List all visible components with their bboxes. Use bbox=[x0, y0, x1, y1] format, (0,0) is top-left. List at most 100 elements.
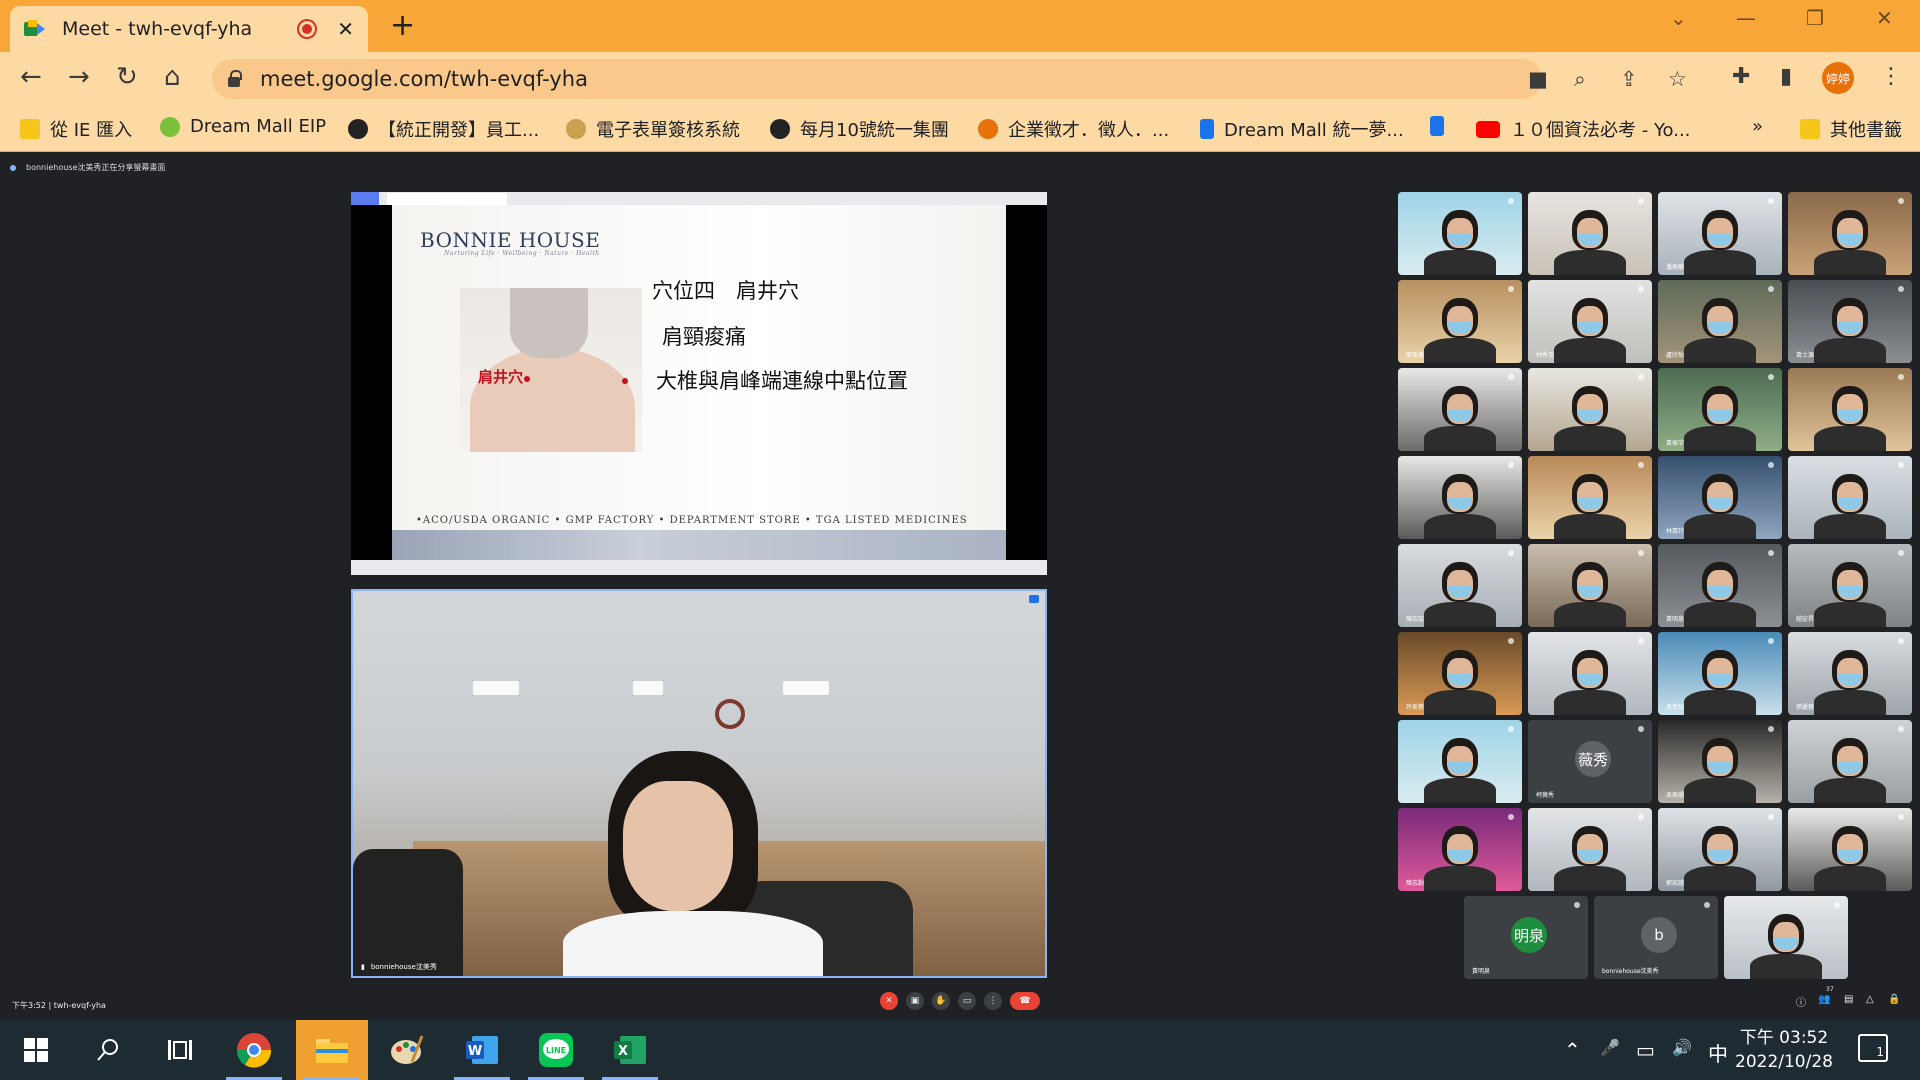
participant-tile[interactable] bbox=[1724, 896, 1848, 979]
microphone-tray-icon[interactable]: 🎤 bbox=[1600, 1038, 1620, 1057]
url-text[interactable]: meet.google.com/twh-evqf-yha bbox=[260, 67, 588, 91]
present-button[interactable]: ▭ bbox=[958, 992, 976, 1010]
window-close-button[interactable]: ✕ bbox=[1876, 6, 1893, 30]
taskbar-word[interactable]: W bbox=[446, 1020, 518, 1080]
presentation-tile[interactable]: BONNIE HOUSE Nurturing Life · Wellbeing … bbox=[351, 192, 1047, 575]
participant-tile[interactable]: 張麗蓉 bbox=[1788, 632, 1912, 715]
participant-tile[interactable]: 林惠玲 bbox=[1658, 456, 1782, 539]
participant-tile[interactable]: 陳志宏 bbox=[1398, 544, 1522, 627]
zoom-icon[interactable]: ⌕ bbox=[1574, 67, 1586, 92]
participant-tile[interactable] bbox=[1398, 368, 1522, 451]
participant-tile[interactable] bbox=[1788, 808, 1912, 891]
participant-tile[interactable]: 潘佩華 bbox=[1658, 192, 1782, 275]
lock-icon[interactable] bbox=[228, 70, 242, 87]
task-view-button[interactable] bbox=[144, 1020, 216, 1080]
new-tab-button[interactable]: + bbox=[390, 8, 415, 43]
tab-search-button[interactable]: ⌄ bbox=[1670, 6, 1687, 30]
side-panel-icon[interactable]: ▮ bbox=[1780, 64, 1792, 89]
bookmark-item[interactable]: 每月10號統一集團 bbox=[770, 116, 949, 142]
activities-icon[interactable]: △ bbox=[1866, 994, 1874, 1005]
bookmark-item[interactable]: Dream Mall EIP bbox=[160, 116, 326, 137]
participant-tile[interactable]: 廖美華 bbox=[1398, 280, 1522, 363]
participant-tile[interactable] bbox=[1398, 720, 1522, 803]
show-hidden-icons-button[interactable]: ⌃ bbox=[1564, 1038, 1581, 1062]
taskbar-file-explorer[interactable] bbox=[296, 1020, 368, 1080]
bookmark-star-icon[interactable]: ☆ bbox=[1668, 67, 1687, 91]
browser-tab-meet[interactable]: Meet - twh-evqf-yha ✕ bbox=[10, 6, 368, 52]
participant-tile[interactable] bbox=[1398, 456, 1522, 539]
participant-tile[interactable]: b bonniehouse沈美秀 bbox=[1594, 896, 1718, 979]
host-controls-icon[interactable]: 🔒 bbox=[1888, 994, 1900, 1005]
participant-tile[interactable]: 吳幸怡 bbox=[1658, 632, 1782, 715]
participant-tile[interactable]: 明泉 黃明泉 bbox=[1464, 896, 1588, 979]
bookmarks-more-button[interactable]: » bbox=[1752, 116, 1763, 137]
bookmark-item[interactable] bbox=[1430, 116, 1454, 136]
muted-mic-icon bbox=[1508, 550, 1514, 556]
participant-tile[interactable]: 黃振宇 bbox=[1658, 368, 1782, 451]
participant-tile[interactable] bbox=[1788, 368, 1912, 451]
bookmark-item[interactable]: Dream Mall 統一夢... bbox=[1200, 116, 1404, 142]
home-button[interactable]: ⌂ bbox=[164, 62, 181, 92]
volume-icon[interactable]: 🔊 bbox=[1672, 1038, 1692, 1057]
camera-icon[interactable]: ■ bbox=[1528, 67, 1548, 91]
taskbar-chrome[interactable] bbox=[218, 1020, 290, 1080]
participant-tile[interactable] bbox=[1528, 456, 1652, 539]
participant-tile[interactable]: 黃明泉 bbox=[1658, 544, 1782, 627]
people-icon[interactable]: 👥 bbox=[1818, 994, 1830, 1005]
participant-tile[interactable] bbox=[1528, 192, 1652, 275]
bookmark-item[interactable]: 從 IE 匯入 bbox=[20, 116, 132, 142]
participant-tile[interactable] bbox=[1528, 632, 1652, 715]
bookmark-item[interactable]: 【統正開發】員工... bbox=[348, 116, 539, 142]
back-button[interactable]: ← bbox=[20, 62, 42, 92]
profile-avatar[interactable]: 婷婷 bbox=[1822, 62, 1854, 94]
window-restore-button[interactable]: ❐ bbox=[1806, 6, 1824, 30]
participant-tile[interactable] bbox=[1788, 720, 1912, 803]
participant-tile[interactable]: 郭宛誼 bbox=[1658, 808, 1782, 891]
participant-tile[interactable] bbox=[1398, 192, 1522, 275]
taskbar-paint[interactable] bbox=[370, 1020, 442, 1080]
taskbar-line[interactable]: LINE bbox=[520, 1020, 592, 1080]
participant-tile[interactable] bbox=[1788, 456, 1912, 539]
end-call-button[interactable]: ☎ bbox=[1010, 992, 1040, 1010]
window-minimize-button[interactable]: — bbox=[1736, 6, 1756, 30]
participant-tile[interactable]: 趙宏昇 bbox=[1788, 544, 1912, 627]
participant-tile[interactable] bbox=[1528, 544, 1652, 627]
taskbar-clock[interactable]: 下午 03:52 2022/10/28 bbox=[1735, 1026, 1833, 1074]
bookmark-item[interactable]: 企業徵才．徵人．... bbox=[978, 116, 1169, 142]
share-icon[interactable]: ⇪ bbox=[1620, 67, 1638, 91]
tab-close-button[interactable]: ✕ bbox=[337, 17, 354, 41]
extensions-icon[interactable]: ✚ bbox=[1732, 64, 1750, 89]
notification-center-button[interactable]: 1 bbox=[1858, 1034, 1888, 1062]
reload-button[interactable]: ↻ bbox=[116, 62, 138, 92]
other-bookmarks-folder[interactable]: 其他書籤 bbox=[1800, 116, 1902, 142]
microphone-button[interactable]: ✕ bbox=[880, 992, 898, 1010]
address-bar[interactable]: meet.google.com/twh-evqf-yha ■ ⌕ ⇪ ☆ bbox=[212, 59, 1687, 99]
participant-tile[interactable] bbox=[1528, 368, 1652, 451]
participant-tile[interactable]: 黃士源 bbox=[1788, 280, 1912, 363]
chat-icon[interactable]: ▤ bbox=[1844, 994, 1853, 1005]
ime-indicator[interactable]: 中 bbox=[1708, 1038, 1728, 1067]
bookmark-item[interactable]: １０個資法必考 - Yo... bbox=[1476, 116, 1690, 142]
meeting-info-icon[interactable]: ⓘ bbox=[1796, 994, 1806, 1009]
participant-tile[interactable]: 盧欣怡 bbox=[1658, 280, 1782, 363]
forward-button[interactable]: → bbox=[68, 62, 90, 92]
participant-tile[interactable]: 林秀玉 bbox=[1528, 280, 1652, 363]
participant-tile[interactable]: 薇秀 柯薇秀 bbox=[1528, 720, 1652, 803]
taskbar-excel[interactable]: X bbox=[594, 1020, 666, 1080]
participant-tile[interactable] bbox=[1528, 808, 1652, 891]
start-button[interactable] bbox=[0, 1020, 72, 1080]
more-options-button[interactable]: ⋮ bbox=[984, 992, 1002, 1010]
search-button[interactable] bbox=[72, 1020, 144, 1080]
participant-tile[interactable]: 陳志勳 bbox=[1398, 808, 1522, 891]
camera-button[interactable]: ▣ bbox=[906, 992, 924, 1010]
bookmark-item[interactable]: 電子表單簽核系統 bbox=[566, 116, 740, 142]
speaker-tile[interactable]: ▮ bonniehouse沈美秀 bbox=[351, 589, 1047, 978]
participant-tile[interactable]: 許美蓉 bbox=[1398, 632, 1522, 715]
battery-icon[interactable]: ▭ bbox=[1636, 1038, 1655, 1062]
participant-tile[interactable] bbox=[1788, 192, 1912, 275]
browser-menu-icon[interactable]: ⋮ bbox=[1880, 64, 1902, 89]
participant-tile[interactable]: 吳佩珊 bbox=[1658, 720, 1782, 803]
tile-options-icon[interactable] bbox=[1029, 595, 1039, 603]
muted-mic-icon bbox=[1768, 550, 1774, 556]
raise-hand-button[interactable]: ✋ bbox=[932, 992, 950, 1010]
